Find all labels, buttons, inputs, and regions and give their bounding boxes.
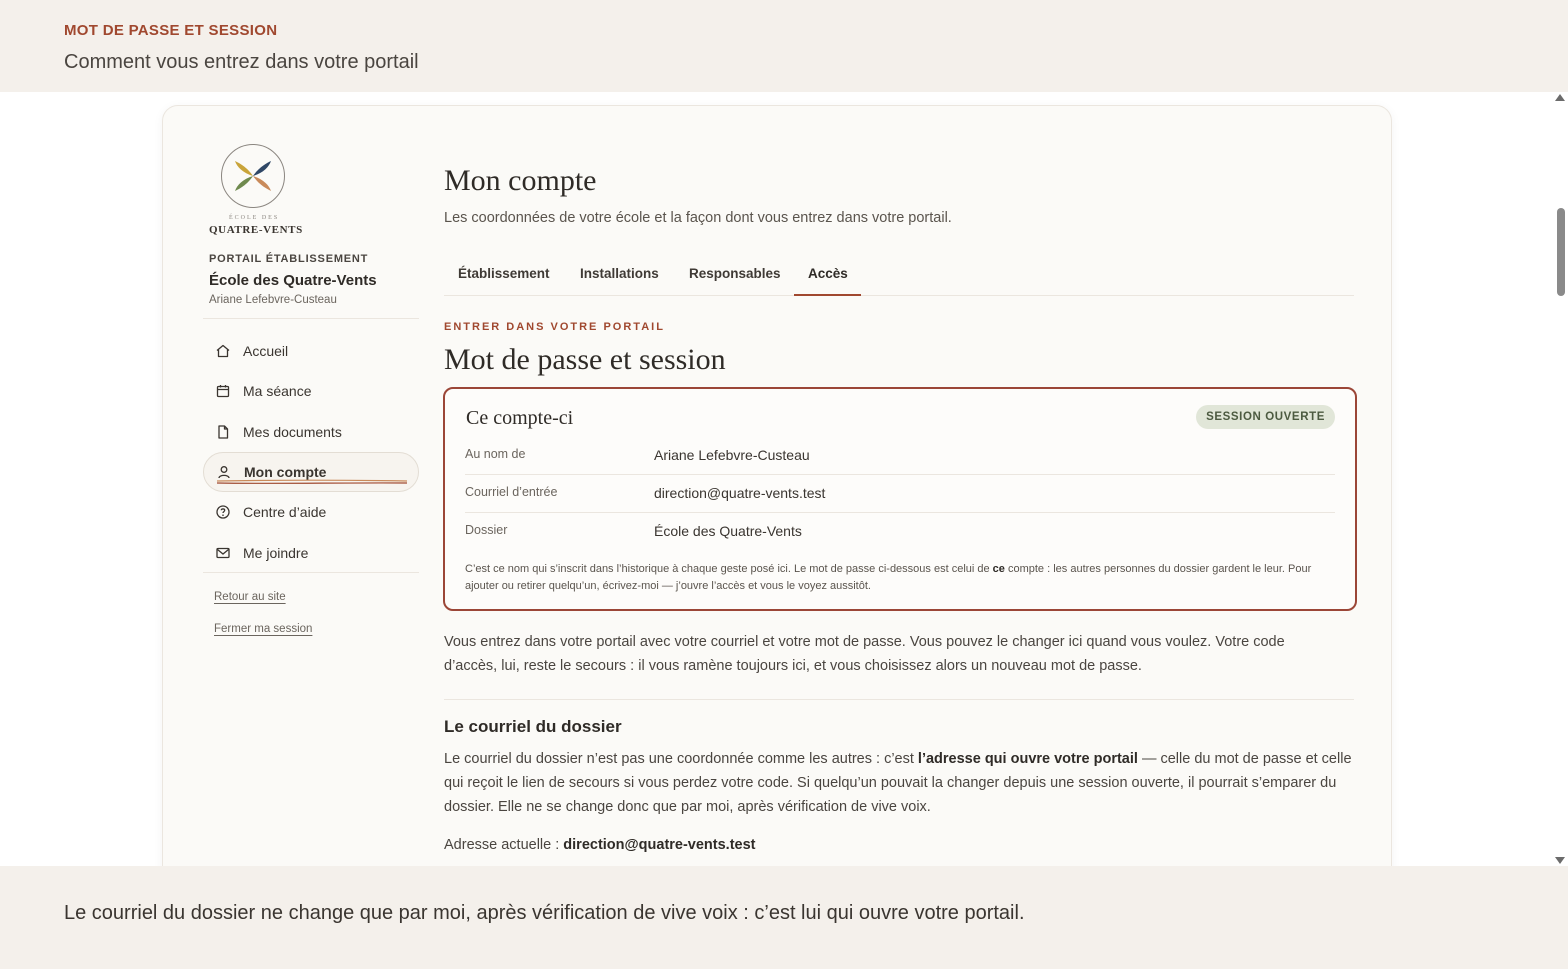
mail-icon bbox=[215, 545, 231, 561]
account-row-label: Au nom de bbox=[465, 447, 526, 461]
tab-acces[interactable]: Accès bbox=[808, 266, 848, 281]
portal-label: PORTAIL ÉTABLISSEMENT bbox=[209, 253, 369, 265]
sidebar-divider bbox=[203, 318, 419, 319]
tab-etablissement[interactable]: Établissement bbox=[458, 266, 550, 281]
logo-small-text: ÉCOLE DES bbox=[229, 215, 280, 221]
account-row-value: direction@quatre-vents.test bbox=[654, 485, 826, 501]
school-name: École des Quatre-Vents bbox=[209, 272, 377, 289]
account-row: Au nom de Ariane Lefebvre-Custeau bbox=[465, 437, 1335, 475]
section-eyebrow: ENTRER DANS VOTRE PORTAIL bbox=[444, 321, 665, 333]
sidebar-item-accueil[interactable]: Accueil bbox=[203, 331, 419, 371]
account-row: Courriel d’entrée direction@quatre-vents… bbox=[465, 475, 1335, 513]
scroll-thumb[interactable] bbox=[1557, 208, 1565, 296]
banner-subtitle: Comment vous entrez dans votre portail bbox=[64, 51, 419, 73]
scroll-down-arrow-icon[interactable] bbox=[1555, 857, 1565, 864]
page-subtitle: Les coordonnées de votre école et la faç… bbox=[444, 210, 952, 226]
account-row-value: École des Quatre-Vents bbox=[654, 523, 802, 539]
back-to-site-link[interactable]: Retour au site bbox=[214, 591, 286, 603]
vertical-scrollbar[interactable] bbox=[1550, 92, 1568, 866]
portal-card: ÉCOLE DES QUATRE-VENTS PORTAIL ÉTABLISSE… bbox=[162, 105, 1392, 866]
section-title: Mot de passe et session bbox=[444, 343, 726, 376]
sidebar-divider bbox=[203, 572, 419, 573]
account-row-value: Ariane Lefebvre-Custeau bbox=[654, 447, 810, 463]
account-row-label: Courriel d’entrée bbox=[465, 485, 558, 499]
logo-name: QUATRE-VENTS bbox=[209, 224, 303, 236]
account-panel: Ce compte-ci SESSION OUVERTE Au nom de A… bbox=[443, 387, 1357, 611]
help-icon bbox=[215, 504, 231, 520]
sidebar-item-label: Centre d’aide bbox=[243, 504, 327, 520]
sidebar-item-label: Ma séance bbox=[243, 383, 312, 399]
footer-caption: Le courriel du dossier ne change que par… bbox=[64, 902, 1025, 924]
user-name: Ariane Lefebvre-Custeau bbox=[209, 294, 337, 306]
current-email-line: Adresse actuelle : direction@quatre-vent… bbox=[444, 837, 756, 853]
account-row-label: Dossier bbox=[465, 523, 508, 537]
session-status-badge: SESSION OUVERTE bbox=[1196, 405, 1335, 429]
sidebar-item-label: Mes documents bbox=[243, 424, 342, 440]
school-logo[interactable] bbox=[221, 144, 285, 208]
sidebar-item-me-joindre[interactable]: Me joindre bbox=[203, 533, 419, 573]
tab-bar: Établissement Installations Responsables… bbox=[444, 252, 1354, 296]
scroll-up-arrow-icon[interactable] bbox=[1555, 94, 1565, 101]
sidebar-item-mon-compte[interactable]: Mon compte bbox=[203, 452, 419, 492]
top-banner: MOT DE PASSE ET SESSION Comment vous ent… bbox=[0, 0, 1568, 92]
user-icon bbox=[216, 464, 232, 480]
browser-viewport: ÉCOLE DES QUATRE-VENTS PORTAIL ÉTABLISSE… bbox=[0, 92, 1568, 866]
calendar-icon bbox=[215, 383, 231, 399]
sidebar-item-centre-aide[interactable]: Centre d’aide bbox=[203, 492, 419, 532]
password-intro-text: Vous entrez dans votre portail avec votr… bbox=[444, 634, 1285, 674]
sidebar-item-mes-documents[interactable]: Mes documents bbox=[203, 412, 419, 452]
bottom-banner: Le courriel du dossier ne change que par… bbox=[0, 866, 1568, 969]
sidebar-item-label: Me joindre bbox=[243, 545, 309, 561]
document-icon bbox=[215, 424, 231, 440]
tab-responsables[interactable]: Responsables bbox=[689, 266, 781, 281]
section-divider bbox=[444, 699, 1354, 700]
logout-link[interactable]: Fermer ma session bbox=[214, 623, 312, 635]
sidebar-item-ma-seance[interactable]: Ma séance bbox=[203, 371, 419, 411]
account-panel-title: Ce compte-ci bbox=[466, 407, 574, 429]
banner-eyebrow: MOT DE PASSE ET SESSION bbox=[64, 22, 278, 39]
tab-installations[interactable]: Installations bbox=[580, 266, 659, 281]
active-tab-indicator bbox=[794, 294, 861, 296]
account-note: C’est ce nom qui s’inscrit dans l’histor… bbox=[465, 563, 1312, 592]
home-icon bbox=[215, 343, 231, 359]
email-section-title: Le courriel du dossier bbox=[444, 717, 622, 736]
sidebar-item-label: Accueil bbox=[243, 343, 289, 359]
sidebar-item-label: Mon compte bbox=[244, 464, 327, 480]
active-underline-stroke bbox=[216, 479, 408, 484]
email-section-text: Le courriel du dossier n’est pas une coo… bbox=[444, 751, 1352, 815]
pinwheel-logo-icon bbox=[235, 161, 271, 191]
account-row: Dossier École des Quatre-Vents bbox=[465, 513, 1335, 551]
page-title: Mon compte bbox=[444, 164, 597, 197]
